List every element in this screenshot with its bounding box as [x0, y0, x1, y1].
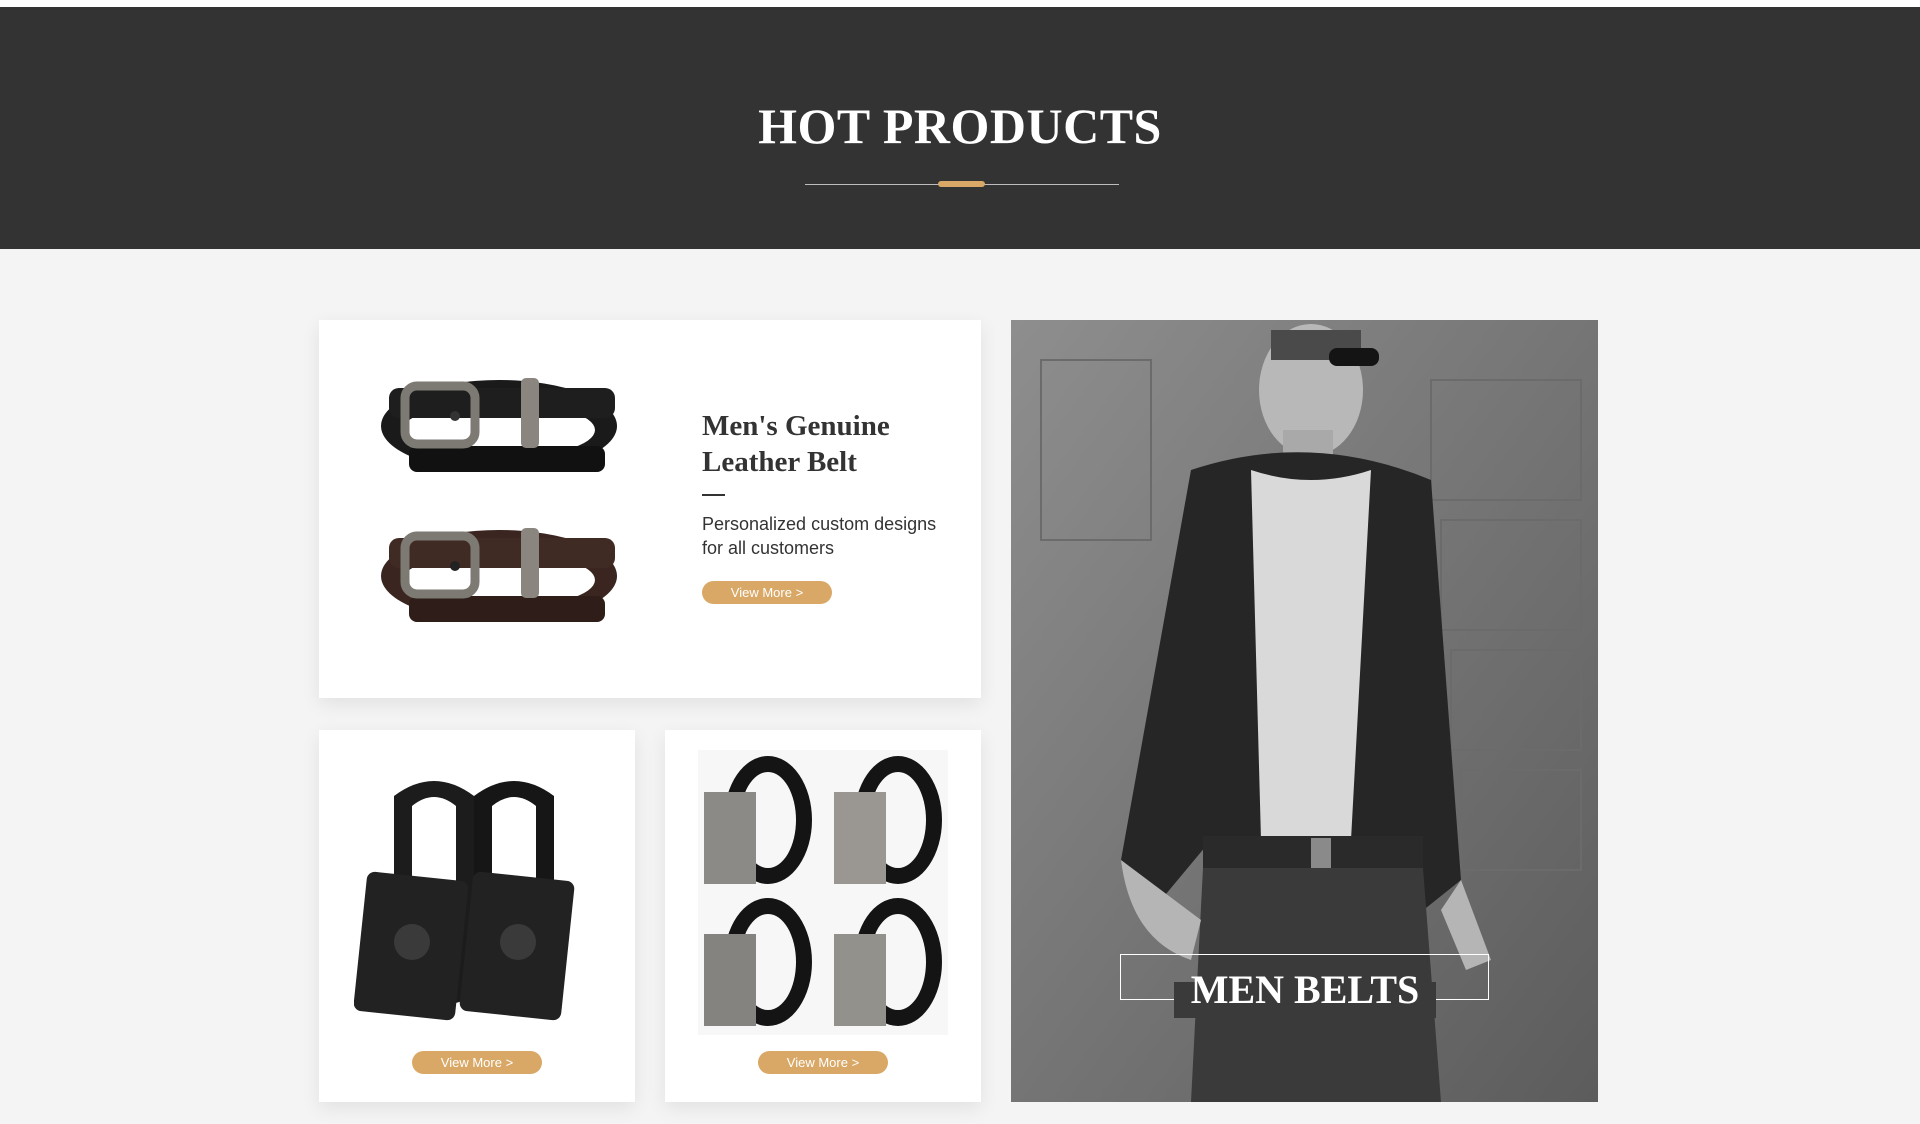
product-title: Men's Genuine Leather Belt [702, 410, 890, 478]
featured-product-card[interactable]: Men's Genuine Leather Belt Personalized … [319, 320, 981, 698]
view-more-button[interactable]: View More > [702, 581, 832, 604]
title-dash [702, 494, 725, 496]
men-belts-banner[interactable]: MEN BELTS [1011, 320, 1598, 1102]
section-title: HOT PRODUCTS [758, 98, 1162, 154]
top-strip [0, 0, 1920, 7]
section-header: HOT PRODUCTS [0, 7, 1920, 249]
product-card[interactable]: View More > [319, 730, 635, 1102]
view-more-button[interactable]: View More > [758, 1051, 888, 1074]
leather-belts-image [381, 378, 617, 622]
title-divider-accent [938, 181, 985, 187]
product-description: Personalized custom designs for all cust… [702, 514, 937, 558]
category-label: MEN BELTS [1190, 967, 1420, 1012]
automatic-buckle-belts-image [698, 750, 948, 1035]
crocodile-belts-image [354, 781, 575, 1021]
product-card[interactable]: View More > [665, 730, 981, 1102]
view-more-button[interactable]: View More > [412, 1051, 542, 1074]
